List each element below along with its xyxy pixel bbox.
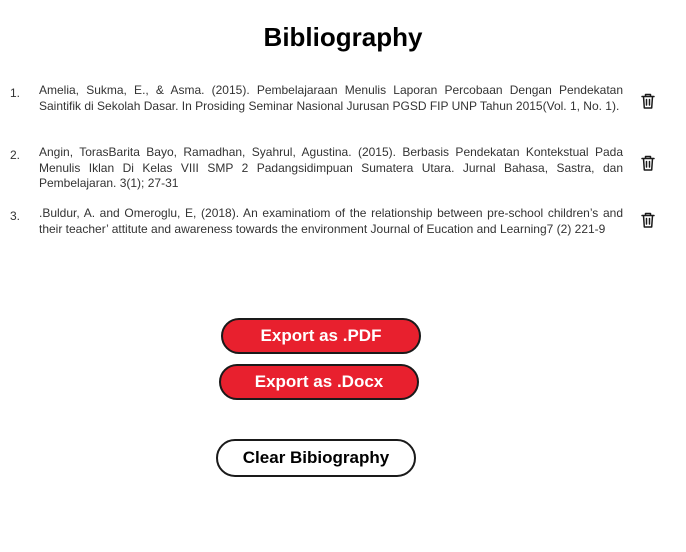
reference-number: 3. [10,209,21,223]
trash-icon[interactable] [639,154,657,172]
reference-text: .Buldur, A. and Omeroglu, E, (2018). An … [39,206,623,236]
reference-text: Angin, TorasBarita Bayo, Ramadhan, Syahr… [39,145,623,190]
trash-icon[interactable] [639,211,657,229]
reference-number: 1. [10,86,21,100]
page-title: Bibliography [263,22,423,52]
trash-icon[interactable] [639,92,657,110]
export-pdf-button[interactable]: Export as .PDF [221,318,421,354]
export-docx-button[interactable]: Export as .Docx [219,364,419,400]
reference-text: Amelia, Sukma, E., & Asma. (2015). Pembe… [39,83,623,113]
reference-number: 2. [10,148,21,162]
clear-bibliography-button[interactable]: Clear Bibiography [216,439,416,477]
